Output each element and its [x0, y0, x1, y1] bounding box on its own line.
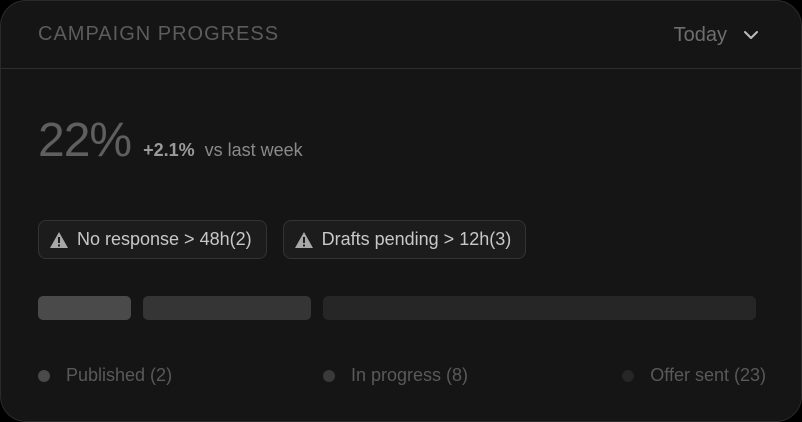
progress-segment-offer-sent — [323, 296, 756, 320]
period-label: Today — [673, 23, 727, 46]
delta-value: +2.1% — [143, 140, 195, 160]
legend-item-in-progress: In progress (8) — [323, 365, 468, 386]
legend-label: Published (2) — [66, 365, 173, 385]
card-title: CAMPAIGN PROGRESS — [38, 23, 280, 45]
legend-dot — [323, 369, 335, 382]
warning-icon — [50, 231, 68, 248]
legend-label: Offer sent (23) — [650, 365, 766, 385]
alerts-row: No response > 48h(2) Drafts pending > 12… — [38, 220, 527, 259]
legend-label: In progress (8) — [351, 365, 469, 385]
progress-segment-published — [38, 296, 131, 320]
legend: Published (2) In progress (8) Offer sent… — [38, 365, 766, 389]
alert-drafts-pending[interactable]: Drafts pending > 12h(3) — [282, 220, 527, 259]
warning-icon — [294, 231, 313, 248]
legend-item-offer-sent: Offer sent (23) — [622, 365, 766, 386]
delta-comparison: vs last week — [204, 140, 303, 160]
segmented-progress-bar — [38, 296, 756, 320]
legend-dot — [622, 369, 635, 382]
legend-item-published: Published (2) — [38, 365, 172, 386]
chevron-down-icon — [744, 31, 758, 39]
legend-dot — [38, 369, 50, 382]
progress-percentage: 22% — [38, 114, 132, 167]
card-header: CAMPAIGN PROGRESS Today — [1, 1, 801, 69]
alert-label: No response > 48h(2) — [77, 229, 252, 249]
alert-no-response[interactable]: No response > 48h(2) — [38, 220, 267, 259]
progress-segment-in-progress — [143, 296, 312, 320]
progress-metric: 22% +2.1% vs last week — [38, 113, 303, 168]
alert-label: Drafts pending > 12h(3) — [321, 229, 512, 249]
period-dropdown[interactable]: Today — [674, 21, 759, 49]
campaign-progress-card: CAMPAIGN PROGRESS Today 22% +2.1% vs las… — [0, 0, 802, 422]
